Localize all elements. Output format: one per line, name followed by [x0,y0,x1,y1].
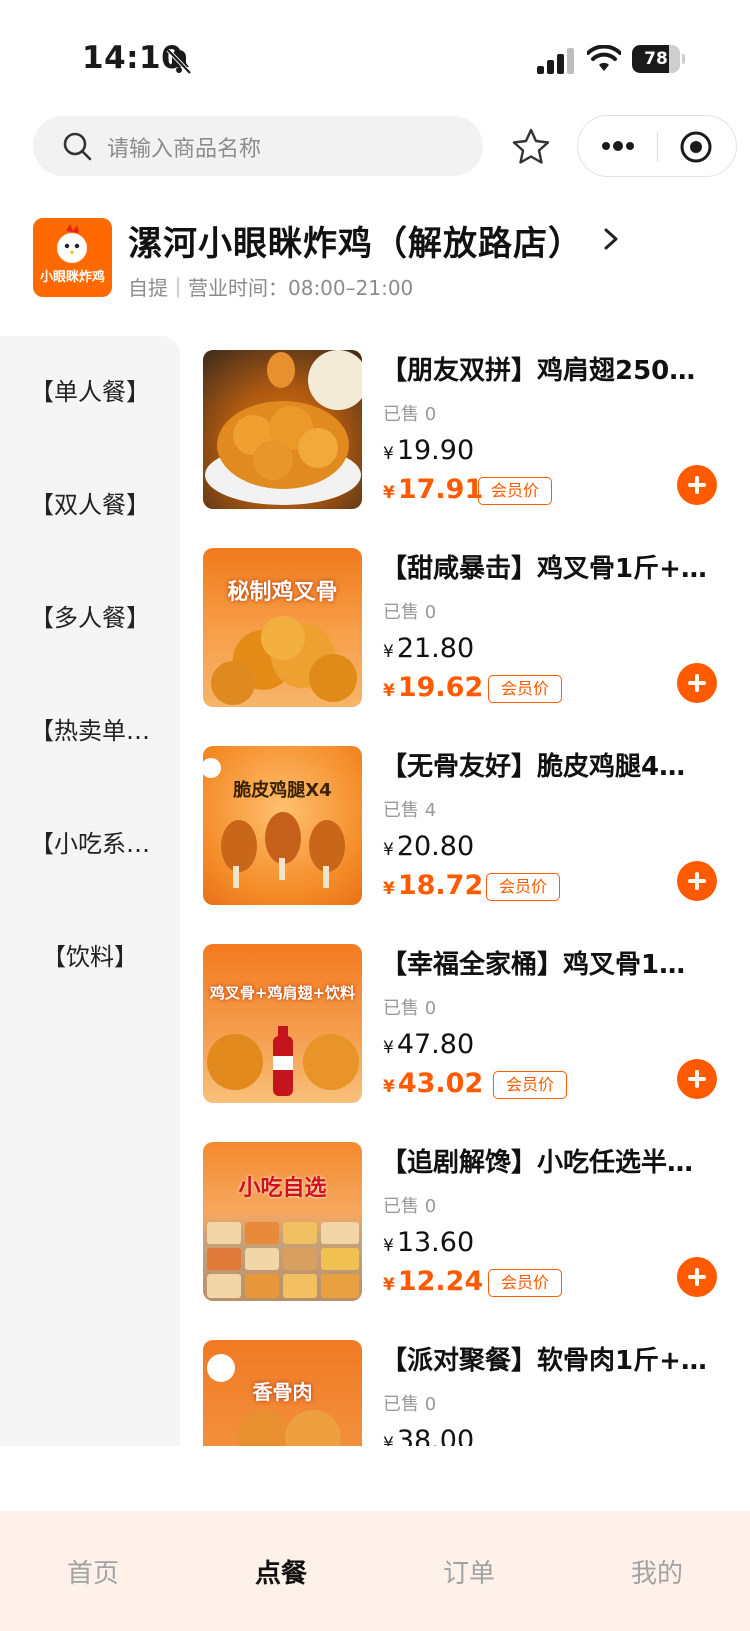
tab-home[interactable]: 首页 [18,1553,168,1590]
product-price: ¥38.00 [383,1425,475,1446]
product-member-price: ¥17.91 [383,474,484,505]
bottom-tab-bar: 首页 点餐 订单 我的 [0,1511,750,1631]
product-item[interactable]: 秘制鸡叉骨 【甜咸暴击】鸡叉骨1斤+… 已售 0 ¥21.80 ¥19.62 会… [203,548,733,714]
product-image: 香骨肉 [203,1340,362,1446]
bell-muted-icon [166,48,192,75]
member-price-badge: 会员价 [478,477,553,505]
product-member-price: ¥12.24 [383,1266,484,1297]
product-title: 【无骨友好】脆皮鸡腿4… [381,752,686,782]
product-image: 小吃自选 [203,1142,362,1301]
sidebar-item-double-meal[interactable]: 【双人餐】 [0,475,180,535]
chevron-right-icon[interactable] [600,226,622,252]
product-sold-count: 已售 0 [383,602,437,623]
product-image-text: 秘制鸡叉骨 [227,580,338,605]
product-price: ¥20.80 [383,831,475,862]
favorite-star-icon[interactable] [511,127,551,167]
tab-orders[interactable]: 订单 [394,1553,544,1590]
chicken-mascot-icon [57,224,87,263]
product-sold-count: 已售 0 [383,998,437,1019]
product-image [203,350,362,509]
sidebar-item-snacks[interactable]: 【小吃系… [0,814,180,874]
tab-profile[interactable]: 我的 [582,1553,732,1590]
store-logo: 小眼眯炸鸡 [33,218,112,297]
product-sold-count: 已售 4 [383,800,437,821]
product-image-text: 小吃自选 [238,1176,327,1201]
product-title: 【甜咸暴击】鸡叉骨1斤+… [381,554,707,584]
product-price: ¥21.80 [383,633,475,664]
product-title: 【幸福全家桶】鸡叉骨1… [381,950,686,980]
battery-level: 78 [644,49,668,69]
search-placeholder: 请输入商品名称 [107,137,262,162]
product-image-text: 香骨肉 [252,1380,313,1404]
product-image: 脆皮鸡腿X4 [203,746,362,905]
product-title: 【追剧解馋】小吃任选半… [381,1148,694,1178]
wifi-icon [587,45,621,71]
product-title: 【派对聚餐】软骨肉1斤+… [381,1346,707,1376]
sidebar-item-group-meal[interactable]: 【多人餐】 [0,588,180,648]
product-price: ¥19.90 [383,435,475,466]
store-hours: 自提｜营业时间：08:00–21:00 [128,276,414,300]
search-input[interactable]: 请输入商品名称 [33,116,483,176]
close-target-icon[interactable] [678,129,714,165]
product-sold-count: 已售 0 [383,1394,437,1415]
member-price-badge: 会员价 [486,873,561,901]
mini-program-capsule [577,115,737,177]
status-bar: 14:10 78 [0,0,750,100]
search-icon [63,132,92,161]
product-sold-count: 已售 0 [383,404,437,425]
battery-indicator: 78 [632,45,685,73]
product-item[interactable]: 脆皮鸡腿X4 【无骨友好】脆皮鸡腿4… 已售 4 ¥20.80 ¥18.72 会… [203,746,733,912]
member-price-badge: 会员价 [488,675,563,703]
add-to-cart-button[interactable] [677,1257,717,1297]
store-name[interactable]: 漯河小眼眯炸鸡（解放路店） [128,216,583,265]
product-item[interactable]: 香骨肉 【派对聚餐】软骨肉1斤+… 已售 0 ¥38.00 [203,1340,733,1446]
add-to-cart-button[interactable] [677,861,717,901]
sidebar-item-single-meal[interactable]: 【单人餐】 [0,362,180,422]
capsule-divider [657,132,658,162]
product-item[interactable]: 【朋友双拼】鸡肩翅250… 已售 0 ¥19.90 ¥17.91 会员价 [203,350,733,516]
tab-order-food[interactable]: 点餐 [206,1553,356,1590]
product-item[interactable]: 小吃自选 【追剧解馋】小吃任选半… 已售 0 ¥13.60 ¥12.24 会员价 [203,1142,733,1308]
product-member-price: ¥19.62 [383,672,484,703]
product-member-price: ¥18.72 [383,870,484,901]
member-price-badge: 会员价 [488,1269,563,1297]
product-image: 鸡叉骨+鸡肩翅+饮料 [203,944,362,1103]
product-sold-count: 已售 0 [383,1196,437,1217]
product-title: 【朋友双拼】鸡肩翅250… [381,356,696,386]
product-price: ¥13.60 [383,1227,475,1258]
product-image-text: 鸡叉骨+鸡肩翅+饮料 [209,984,356,1002]
product-image: 秘制鸡叉骨 [203,548,362,707]
store-logo-text: 小眼眯炸鸡 [39,270,105,285]
product-item[interactable]: 鸡叉骨+鸡肩翅+饮料 【幸福全家桶】鸡叉骨1… 已售 0 ¥47.80 ¥43.… [203,944,733,1110]
more-options-icon[interactable] [598,136,638,156]
add-to-cart-button[interactable] [677,465,717,505]
add-to-cart-button[interactable] [677,1059,717,1099]
member-price-badge: 会员价 [493,1071,568,1099]
sidebar-item-drinks[interactable]: 【饮料】 [0,927,180,987]
product-price: ¥47.80 [383,1029,475,1060]
product-image-text: 脆皮鸡腿X4 [233,780,332,801]
sidebar-item-hot-single[interactable]: 【热卖单… [0,701,180,761]
product-member-price: ¥43.02 [383,1068,484,1099]
add-to-cart-button[interactable] [677,663,717,703]
signal-icon [537,48,574,74]
